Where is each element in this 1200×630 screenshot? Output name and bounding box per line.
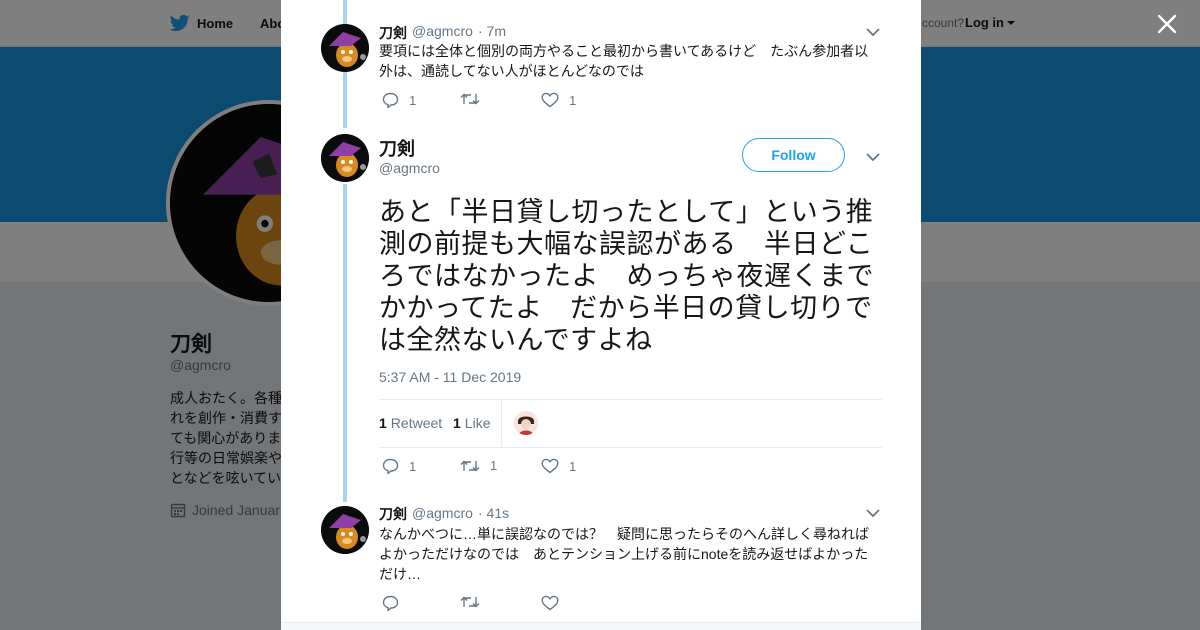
main-tweet-author-name[interactable]: 刀剣 [379,135,415,161]
tweet-author-handle[interactable]: @agmcro [412,23,473,39]
tweet-permalink-modal: 刀剣 @agmcro · 7m 要項には全体と個別の両方やること最初から書いてあ… [281,0,921,630]
heart-icon [541,595,559,611]
close-icon[interactable] [1155,12,1179,36]
reply-icon [382,595,399,611]
reply-button[interactable] [382,595,409,611]
retweet-count: 1 [490,458,498,473]
liker-avatar[interactable] [514,411,538,435]
modal-footer-strip [281,622,921,630]
tweet-author-name[interactable]: 刀剣 [379,23,407,43]
tweet-avatar[interactable] [321,506,369,554]
heart-icon [541,458,559,474]
main-tweet-actions: 1 1 1 [382,458,682,478]
retweet-icon [460,596,480,608]
tweet-stats: 1 Retweet 1 Like [379,399,882,448]
retweet-button[interactable] [460,595,490,609]
retweet-stat-label: Retweet [390,415,443,431]
main-tweet-timestamp[interactable]: 5:37 AM - 11 Dec 2019 [379,369,521,385]
like-stat-label: Like [464,415,491,431]
tweet-author-handle[interactable]: @agmcro [412,505,473,521]
reply-count: 1 [409,92,417,108]
thread-connector [343,184,347,502]
avatar-image [321,24,369,72]
reply-button[interactable]: 1 [382,458,416,474]
like-stat[interactable]: 1 Like [453,415,490,431]
like-button[interactable]: 1 [541,92,576,108]
reply-count: 1 [409,458,417,474]
main-tweet-avatar[interactable] [321,134,369,182]
like-button[interactable] [541,595,569,611]
tweet-text: なんかべつに…単に誤認なのでは？ 疑問に思ったらそのへん詳しく尋ねればよかっただ… [379,526,869,582]
main-tweet-text: あと「半日貸し切ったとして」という推測の前提も大幅な誤認がある 半日どころではな… [379,197,874,355]
reply-button[interactable]: 1 [382,92,416,108]
avatar-image [321,134,369,182]
caret-down-icon[interactable] [866,508,880,518]
retweet-button[interactable]: 1 [460,458,497,473]
follow-button[interactable]: Follow [742,138,845,172]
caret-down-icon[interactable] [866,152,880,162]
heart-icon [541,92,559,108]
main-tweet-author-handle[interactable]: @agmcro [379,160,440,176]
avatar-image [321,506,369,554]
like-count: 1 [569,458,577,474]
like-stat-count: 1 [453,415,461,431]
tweet-time[interactable]: · 41s [478,505,509,521]
like-count: 1 [569,92,577,108]
tweet-text: 要項には全体と個別の両方やること最初から書いてあるけど たぶん参加者以外は、通読… [379,43,869,79]
retweet-icon [460,460,480,471]
tweet-author-name[interactable]: 刀剣 [379,504,407,524]
reply-icon [382,92,399,108]
caret-down-icon[interactable] [866,27,880,37]
tweet-actions: 1 1 [382,92,682,112]
retweet-button[interactable] [460,92,490,106]
tweet-avatar[interactable] [321,24,369,72]
avatar-image [514,411,538,435]
retweet-icon [460,93,480,105]
stats-divider [501,400,502,447]
like-button[interactable]: 1 [541,458,576,474]
reply-icon [382,458,399,474]
tweet-time[interactable]: · 7m [478,23,506,39]
retweet-stat[interactable]: 1 Retweet [379,415,442,431]
retweet-stat-count: 1 [379,415,387,431]
tweet-actions [382,595,682,615]
